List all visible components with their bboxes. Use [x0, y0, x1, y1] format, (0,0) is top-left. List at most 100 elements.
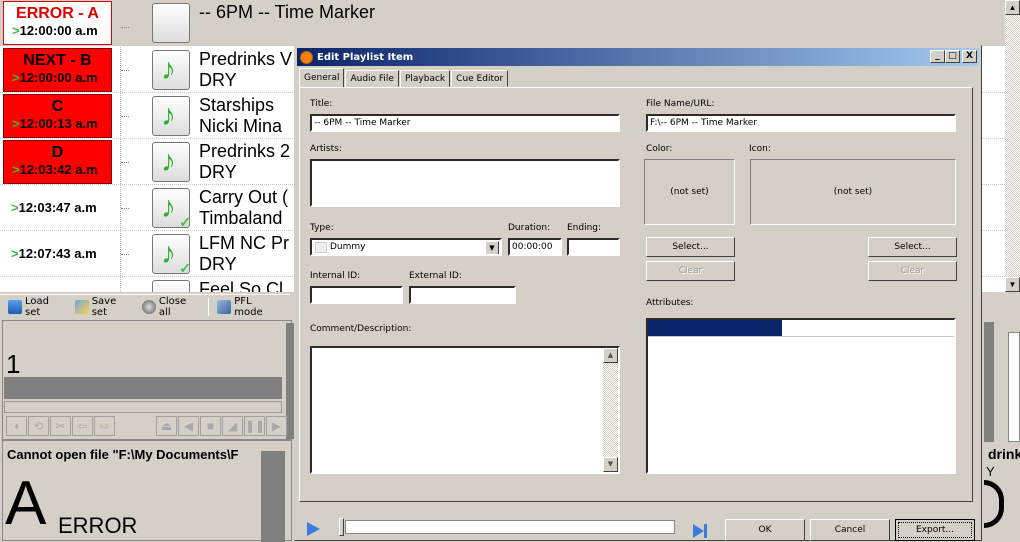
play-arrow-icon: >: [12, 23, 20, 38]
scroll-up-button[interactable]: ▲: [603, 348, 618, 363]
file-name-input[interactable]: F:\-- 6PM -- Time Marker: [646, 114, 956, 132]
comment-scrollbar[interactable]: ▲ ▼: [603, 348, 618, 472]
load-set-button[interactable]: Load set: [8, 296, 65, 318]
stop-button[interactable]: ■: [200, 416, 221, 436]
play-button[interactable]: ▶: [266, 416, 287, 436]
save-edit-icon: [74, 300, 89, 314]
external-id-input[interactable]: [409, 286, 516, 304]
tab-cue-editor[interactable]: Cue Editor: [451, 70, 509, 87]
chevron-down-icon[interactable]: ▼: [485, 241, 499, 254]
item-title: Predrinks 2: [199, 141, 291, 161]
item-artist: DRY: [199, 70, 237, 90]
arrow-left-icon: ⇦: [77, 419, 88, 433]
player-letter: A: [5, 469, 47, 538]
loop-button[interactable]: ⟲: [28, 416, 49, 436]
volume-slider[interactable]: [1008, 332, 1020, 442]
skip-end-icon[interactable]: [693, 524, 704, 538]
level-meter: [261, 451, 285, 542]
play-preview-icon[interactable]: [307, 522, 320, 536]
error-message: Cannot open file "F:\My Documents\F: [7, 447, 239, 462]
start-time: 12:00:00 a.m: [19, 70, 98, 85]
save-set-button[interactable]: Save set: [74, 296, 132, 318]
playlist-scrollbar[interactable]: ▲ ▼: [1005, 0, 1020, 292]
play-arrow-icon: >: [11, 200, 19, 215]
waveform-bar[interactable]: [4, 377, 282, 399]
play-icon: ▶: [271, 419, 282, 433]
title-input[interactable]: -- 6PM -- Time Marker: [310, 114, 620, 132]
tab-general[interactable]: General: [299, 68, 345, 87]
ok-button[interactable]: OK: [725, 519, 805, 541]
scroll-up-button[interactable]: ▲: [1005, 0, 1020, 15]
fade-button[interactable]: ◢: [222, 416, 243, 436]
player-panel: 1 ◖ ⟲ ✂ ⇦ ⇨ ⏏ ◀ ■ ◢ ❚❚ ▶: [2, 320, 294, 440]
icon-clear-button[interactable]: Clear: [868, 261, 957, 281]
attributes-list[interactable]: [646, 318, 956, 474]
icon-preview: (not set): [750, 159, 956, 225]
external-id-label: External ID:: [409, 271, 462, 281]
attributes-column-header-selected[interactable]: [648, 320, 782, 336]
type-swatch: [315, 242, 327, 253]
color-select-button[interactable]: Select...: [646, 237, 735, 257]
dialog-titlebar[interactable]: Edit Playlist Item _ □ X: [297, 48, 979, 66]
eject-button[interactable]: ⏏: [156, 416, 177, 436]
attributes-column-header[interactable]: [782, 320, 954, 336]
duration-input[interactable]: 00:00:00: [508, 238, 562, 256]
close-button[interactable]: X: [962, 50, 977, 63]
cancel-button[interactable]: Cancel: [810, 519, 890, 541]
scroll-down-button[interactable]: ▼: [603, 457, 618, 472]
comment-textarea[interactable]: ▲ ▼: [310, 346, 620, 474]
rewind-button[interactable]: ◀: [178, 416, 199, 436]
item-title: LFM NC Pr: [199, 233, 289, 253]
ending-input[interactable]: [567, 238, 620, 256]
play-arrow-icon: >: [11, 246, 19, 261]
tab-audio-file[interactable]: Audio File: [345, 70, 399, 87]
playlist-row[interactable]: ERROR - A >12:00:00 a.m -- 6PM -- Time M…: [0, 0, 1005, 46]
pfl-button[interactable]: ◖: [6, 416, 27, 436]
artists-label: Artists:: [310, 144, 342, 154]
set-toolbar: Load set Save set Close all PFL mode: [0, 294, 290, 319]
checkmark-icon: ✓: [179, 214, 191, 230]
pause-button[interactable]: ❚❚: [244, 416, 265, 436]
icon-select-button[interactable]: Select...: [868, 237, 957, 257]
artists-input[interactable]: [310, 159, 620, 207]
internal-id-input[interactable]: [310, 286, 403, 304]
slot-badge: >12:03:47 a.m: [3, 186, 112, 230]
type-label: Type:: [310, 223, 334, 233]
next-cue-button[interactable]: ⇨: [94, 416, 115, 436]
general-tab-panel: Title: -- 6PM -- Time Marker Artists: Ty…: [299, 87, 973, 502]
cut-button[interactable]: ✂: [50, 416, 71, 436]
close-circle-icon: [141, 300, 156, 314]
music-note-icon: ♪: [152, 96, 190, 136]
eject-icon: ⏏: [160, 419, 173, 433]
item-artist: Nicki Mina: [199, 116, 283, 136]
slot-badge: >12:07:43 a.m: [3, 232, 112, 276]
item-title: Starships: [199, 95, 275, 115]
maximize-button[interactable]: □: [945, 50, 960, 63]
error-panel: Cannot open file "F:\My Documents\F A ER…: [2, 440, 292, 542]
dialog-title: Edit Playlist Item: [317, 51, 414, 63]
checkmark-icon: ✓: [179, 260, 191, 276]
level-meter: [984, 322, 994, 442]
preview-slider-thumb[interactable]: [339, 518, 344, 536]
title-label: Title:: [310, 99, 333, 109]
prev-cue-button[interactable]: ⇦: [72, 416, 93, 436]
ending-label: Ending:: [567, 223, 602, 233]
color-clear-button[interactable]: Clear: [646, 261, 735, 281]
minimize-button[interactable]: _: [930, 50, 945, 63]
arrow-right-icon: ⇨: [99, 419, 110, 433]
export-button[interactable]: Export...: [895, 519, 975, 541]
item-artist: DRY: [199, 162, 237, 182]
position-bar[interactable]: [4, 401, 282, 413]
pfl-mode-button[interactable]: PFL mode: [217, 296, 280, 318]
tab-playback[interactable]: Playback: [399, 70, 451, 87]
item-title: Feel So Cl: [199, 279, 284, 292]
item-artist: DRY: [199, 254, 237, 274]
preview-progress[interactable]: [345, 520, 675, 534]
slot-label: NEXT - B: [23, 52, 92, 69]
color-preview: (not set): [644, 159, 735, 225]
close-all-button[interactable]: Close all: [141, 296, 198, 318]
start-time: 12:00:13 a.m: [19, 116, 98, 131]
player-status: ERROR: [58, 513, 138, 538]
type-select[interactable]: Dummy ▼: [310, 238, 502, 256]
scroll-down-button[interactable]: ▼: [1005, 277, 1020, 292]
